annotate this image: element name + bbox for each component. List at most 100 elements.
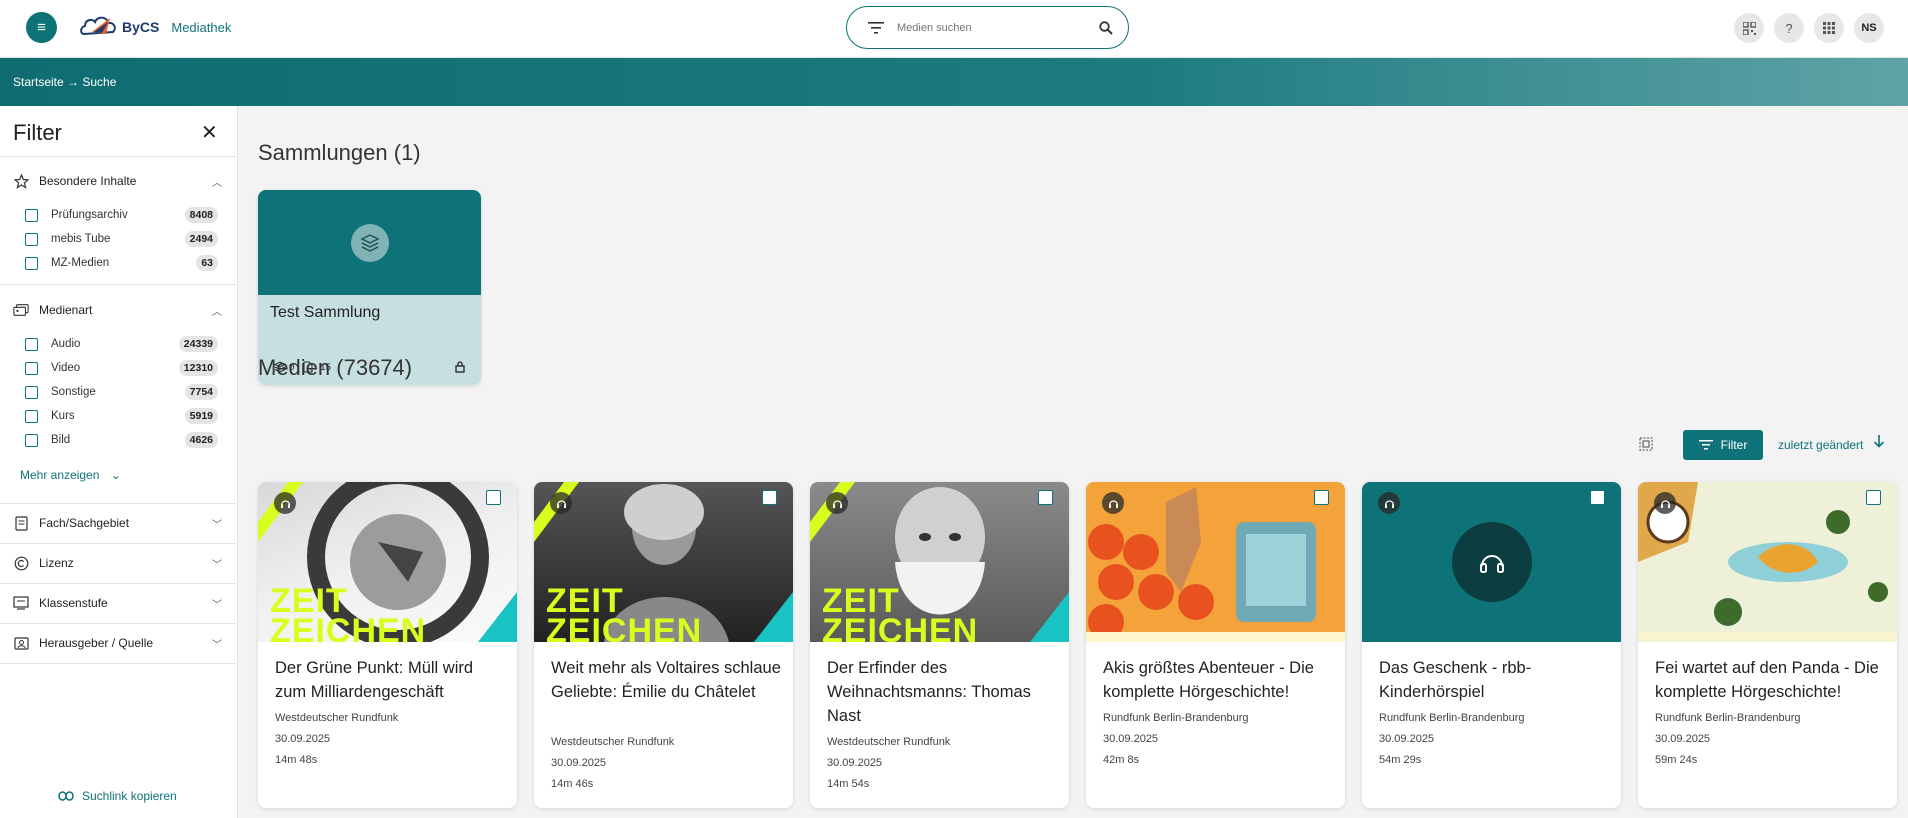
media-title: Das Geschenk - rbb-Kinderhörspiel bbox=[1379, 659, 1532, 701]
section-lizenz[interactable]: Lizenz ﹀ bbox=[0, 548, 236, 578]
media-heading: Medien (73674) bbox=[258, 355, 413, 380]
media-publisher: Rundfunk Berlin-Brandenburg bbox=[1103, 712, 1249, 724]
more-button[interactable]: Mehr anzeigen ⌄ bbox=[20, 468, 121, 482]
filter-option-mebis-tube[interactable]: mebis Tube 2494 bbox=[25, 230, 218, 248]
copy-search-link-button[interactable]: Suchlink kopieren bbox=[58, 789, 177, 803]
filter-option-bild[interactable]: Bild 4626 bbox=[25, 431, 218, 449]
section-medienart[interactable]: Medienart ︿ bbox=[0, 295, 236, 325]
chevron-down-icon: ⌄ bbox=[110, 468, 121, 482]
hamburger-icon: ≡ bbox=[37, 19, 46, 36]
chevron-down-icon: ﹀ bbox=[212, 519, 222, 531]
apps-grid-icon bbox=[1823, 22, 1835, 34]
help-button[interactable]: ? bbox=[1774, 13, 1804, 43]
card-checkbox[interactable] bbox=[1314, 490, 1329, 505]
card-checkbox[interactable] bbox=[486, 490, 501, 505]
media-publisher: Rundfunk Berlin-Brandenburg bbox=[1655, 712, 1801, 724]
apps-button[interactable] bbox=[1814, 13, 1844, 43]
filter-option-video[interactable]: Video 12310 bbox=[25, 359, 218, 377]
publisher-icon bbox=[13, 635, 29, 651]
search-icon[interactable] bbox=[1098, 20, 1114, 35]
media-publisher: Westdeutscher Rundfunk bbox=[827, 736, 951, 748]
breadcrumb[interactable]: Startseite → Suche bbox=[13, 75, 116, 89]
media-card[interactable]: ZEIT ZEICHEN Der Erfinder des Weihnachtsm… bbox=[810, 482, 1069, 808]
section-herausgeber-quelle[interactable]: Herausgeber / Quelle ﹀ bbox=[0, 628, 236, 658]
media-title: Der Grüne Punkt: Müll wird zum Milliarde… bbox=[275, 659, 474, 701]
book-icon bbox=[13, 515, 29, 531]
option-label: Audio bbox=[51, 338, 81, 350]
card-checkbox[interactable] bbox=[1866, 490, 1881, 505]
headphones-icon bbox=[550, 492, 572, 514]
chevron-up-icon: ︿ bbox=[212, 177, 222, 189]
media-title: Akis größtes Abenteuer - Die komplette H… bbox=[1103, 659, 1314, 701]
count-badge: 4626 bbox=[184, 432, 218, 448]
section-label: Lizenz bbox=[39, 556, 74, 570]
product-name: Mediathek bbox=[171, 19, 232, 35]
qr-code-icon bbox=[1742, 21, 1756, 35]
media-card[interactable]: ZEIT ZEICHEN Der Grüne Punkt: Müll wird z… bbox=[258, 482, 517, 808]
card-checkbox[interactable] bbox=[762, 490, 777, 505]
checkbox[interactable] bbox=[25, 361, 38, 375]
media-thumbnail: ZEIT ZEICHEN bbox=[258, 482, 517, 642]
breadcrumb-banner: Startseite → Suche bbox=[0, 58, 1908, 106]
section-klassenstufe[interactable]: Klassenstufe ﹀ bbox=[0, 588, 236, 618]
bycs-logo-icon bbox=[80, 12, 120, 42]
checkbox[interactable] bbox=[25, 232, 38, 246]
media-date: 30.09.2025 bbox=[551, 757, 607, 769]
select-all-icon[interactable] bbox=[1639, 437, 1653, 456]
media-date: 30.09.2025 bbox=[1379, 733, 1435, 745]
filter-option-pruefungsarchiv[interactable]: Prüfungsarchiv 8408 bbox=[25, 206, 218, 224]
filter-icon[interactable] bbox=[867, 21, 885, 34]
headphones-icon bbox=[1378, 492, 1400, 514]
avatar[interactable]: NS bbox=[1854, 13, 1884, 43]
divider bbox=[0, 543, 236, 544]
media-card[interactable]: Das Geschenk - rbb-Kinderhörspiel Rundfu… bbox=[1362, 482, 1621, 808]
media-thumbnail bbox=[1086, 482, 1345, 642]
filter-option-sonstige[interactable]: Sonstige 7754 bbox=[25, 383, 218, 401]
close-icon[interactable]: ✕ bbox=[201, 123, 218, 143]
layers-icon bbox=[350, 223, 389, 262]
option-label: Video bbox=[51, 362, 81, 374]
section-label: Medienart bbox=[39, 303, 93, 317]
filter-button[interactable]: Filter bbox=[1683, 430, 1763, 460]
media-thumbnail bbox=[1362, 482, 1621, 642]
headphones-icon bbox=[1451, 522, 1532, 602]
menu-button[interactable]: ≡ bbox=[26, 12, 57, 43]
section-besondere-inhalte[interactable]: Besondere Inhalte ︿ bbox=[0, 166, 236, 196]
search-input[interactable] bbox=[897, 21, 1098, 34]
checkbox[interactable] bbox=[25, 208, 38, 222]
count-badge: 8408 bbox=[184, 207, 218, 223]
headphones-icon bbox=[274, 492, 296, 514]
option-label: MZ-Medien bbox=[51, 257, 110, 269]
media-card[interactable]: Akis größtes Abenteuer - Die komplette H… bbox=[1086, 482, 1345, 808]
media-card[interactable]: Fei wartet auf den Panda - Die komplette… bbox=[1638, 482, 1897, 808]
filter-option-kurs[interactable]: Kurs 5919 bbox=[25, 407, 218, 425]
filter-button-label: Filter bbox=[1720, 438, 1748, 452]
media-thumbnail bbox=[1638, 482, 1897, 642]
media-type-icon bbox=[13, 302, 29, 318]
media-card[interactable]: ZEIT ZEICHEN Weit mehr als Voltaires schl… bbox=[534, 482, 793, 808]
checkbox[interactable] bbox=[25, 385, 38, 399]
filter-option-audio[interactable]: Audio 24339 bbox=[25, 335, 218, 353]
section-fach-sachgebiet[interactable]: Fach/Sachgebiet ﹀ bbox=[0, 508, 236, 538]
media-duration: 54m 29s bbox=[1379, 754, 1422, 766]
media-duration: 59m 24s bbox=[1655, 754, 1698, 766]
media-publisher: Westdeutscher Rundfunk bbox=[551, 736, 675, 748]
chevron-down-icon: ﹀ bbox=[212, 639, 222, 651]
top-icons: ? NS bbox=[1734, 13, 1884, 43]
logo[interactable]: ByCS Mediathek bbox=[80, 12, 231, 42]
card-checkbox[interactable] bbox=[1038, 490, 1053, 505]
checkbox[interactable] bbox=[25, 409, 38, 423]
card-checkbox[interactable] bbox=[1590, 490, 1605, 505]
checkbox[interactable] bbox=[25, 433, 38, 447]
qr-code-button[interactable] bbox=[1734, 13, 1764, 43]
media-thumbnail: ZEIT ZEICHEN bbox=[810, 482, 1069, 642]
brand-name: ByCS bbox=[122, 19, 160, 35]
copyright-icon bbox=[13, 555, 29, 571]
checkbox[interactable] bbox=[25, 256, 38, 270]
filter-option-mz-medien[interactable]: MZ-Medien 63 bbox=[25, 254, 218, 272]
section-label: Fach/Sachgebiet bbox=[39, 516, 130, 530]
sort-dropdown[interactable]: zuletzt geändert bbox=[1778, 438, 1863, 452]
arrow-down-icon[interactable] bbox=[1873, 434, 1885, 453]
link-icon bbox=[58, 791, 74, 801]
checkbox[interactable] bbox=[25, 337, 38, 351]
